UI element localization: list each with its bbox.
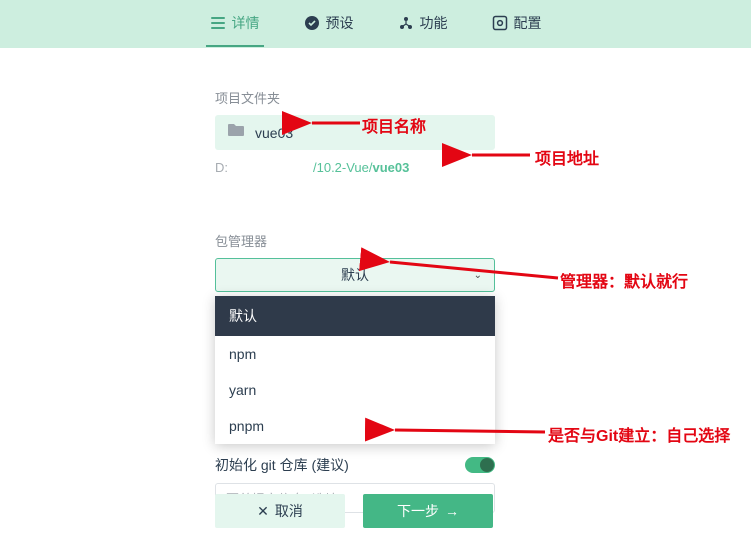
pkg-option-yarn[interactable]: yarn: [215, 372, 495, 408]
next-label: 下一步: [397, 501, 439, 521]
annotation-pkg-manager: 管理器：默认就行: [560, 268, 688, 292]
tab-detail[interactable]: 详情: [206, 1, 264, 47]
project-name: vue03: [255, 125, 293, 141]
pkg-option-pnpm[interactable]: pnpm: [215, 408, 495, 444]
main-form: 项目文件夹 vue03 D: /10.2-Vue/vue03 包管理器 默认 ⌄…: [0, 48, 500, 533]
pkg-dropdown: 默认 npm yarn pnpm: [215, 296, 495, 444]
git-init-toggle[interactable]: [465, 457, 495, 473]
project-folder-selector[interactable]: vue03: [215, 115, 495, 150]
tab-label: 配置: [514, 13, 542, 33]
path-tail: /10.2-Vue/vue03: [313, 160, 409, 175]
footer-actions: ✕ 取消 下一步 →: [215, 494, 493, 528]
pkg-option-npm[interactable]: npm: [215, 336, 495, 372]
top-tabbar: 详情 预设 功能 配置: [0, 0, 751, 48]
chevron-down-icon: ⌄: [474, 270, 482, 281]
pkg-option-default[interactable]: 默认: [215, 296, 495, 336]
pkg-manager-select[interactable]: 默认 ⌄: [215, 258, 495, 292]
cancel-label: 取消: [275, 501, 303, 521]
arrow-right-icon: →: [445, 503, 459, 519]
pkg-manager-label: 包管理器: [215, 231, 500, 250]
tab-label: 详情: [232, 13, 260, 33]
details-icon: [210, 15, 226, 31]
check-circle-icon: [304, 15, 320, 31]
hub-icon: [398, 15, 414, 31]
tab-label: 预设: [326, 13, 354, 33]
pkg-selected-value: 默认: [341, 265, 369, 285]
folder-icon: [227, 123, 245, 142]
project-folder-label: 项目文件夹: [215, 88, 500, 107]
settings-app-icon: [492, 15, 508, 31]
project-path: D: /10.2-Vue/vue03: [215, 160, 500, 175]
tab-feature[interactable]: 功能: [394, 1, 452, 47]
tab-config[interactable]: 配置: [488, 1, 546, 47]
tab-label: 功能: [420, 13, 448, 33]
next-button[interactable]: 下一步 →: [363, 494, 493, 528]
git-init-label: 初始化 git 仓库 (建议): [215, 455, 349, 475]
drive-label: D:: [215, 160, 228, 175]
close-icon: ✕: [257, 503, 269, 520]
tab-preset[interactable]: 预设: [300, 1, 358, 47]
annotation-git: 是否与Git建立：自己选择: [548, 422, 730, 446]
annotation-project-path: 项目地址: [535, 145, 599, 169]
toggle-knob: [480, 458, 494, 472]
cancel-button[interactable]: ✕ 取消: [215, 494, 345, 528]
